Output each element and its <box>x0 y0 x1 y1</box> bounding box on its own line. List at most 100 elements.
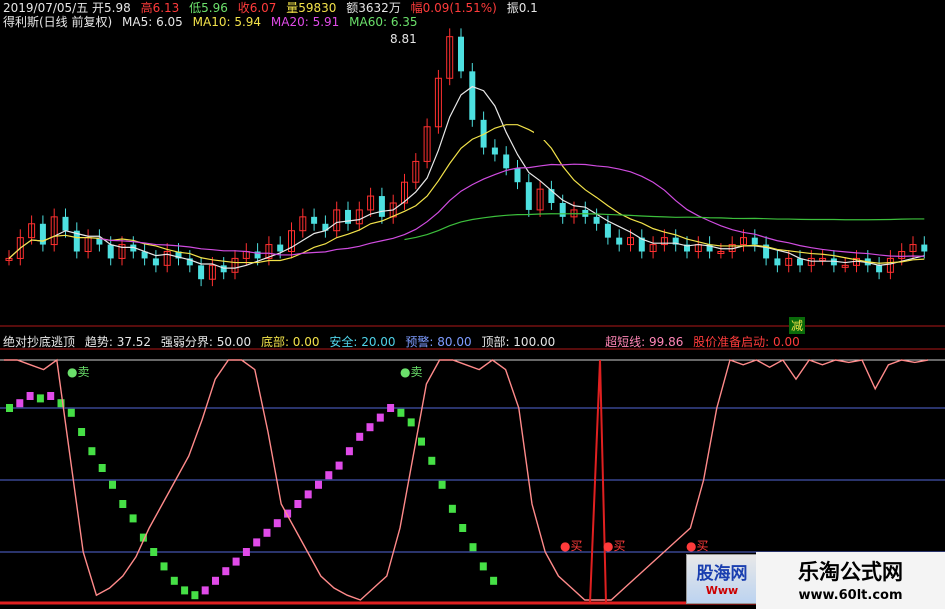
peak-price-label: 8.81 <box>390 32 417 46</box>
trend-block <box>67 408 75 417</box>
trend-block <box>109 480 116 489</box>
close-value: 收6.07 <box>237 1 277 15</box>
watermark-letao-title: 乐淘公式网 <box>798 560 903 584</box>
trend-block <box>212 576 219 585</box>
trend-block <box>160 562 168 571</box>
candle-body <box>198 265 205 280</box>
trend-block <box>273 519 281 528</box>
sell-label-1: ●卖 <box>67 365 90 379</box>
trend-block <box>356 432 364 441</box>
date-open: 2019/07/05/五 开5.98 <box>3 1 131 15</box>
start-spike <box>589 359 607 604</box>
buy-label-2: ●买 <box>603 539 626 553</box>
trend-block <box>16 399 24 408</box>
candle-body <box>751 237 758 245</box>
indicator-header: 绝对抄底逃顶 趋势: 37.52 强弱分界: 50.00 底部: 0.00 安全… <box>3 334 806 350</box>
sell-label-2: ●卖 <box>400 365 423 379</box>
candle-body <box>220 265 227 273</box>
watermark-letao: 乐淘公式网 www.60lt.com <box>756 552 945 609</box>
super-short-value: 超短线: 99.86 <box>605 335 684 349</box>
trend-block <box>6 404 13 412</box>
buy-label-2-text: 买 <box>613 539 626 553</box>
trend-block <box>129 514 137 523</box>
trend-block <box>201 586 209 595</box>
trend-block <box>407 418 415 427</box>
trend-block <box>479 562 487 571</box>
trend-block <box>345 447 353 456</box>
ma20-value: MA20: 5.91 <box>270 15 340 29</box>
candle-body <box>559 202 566 217</box>
trend-value: 趋势: 37.52 <box>84 335 152 349</box>
candle-body <box>876 265 883 273</box>
trend-block <box>304 490 312 499</box>
low-value: 低5.96 <box>189 1 228 15</box>
high-value: 高6.13 <box>140 1 180 15</box>
candle-body <box>378 196 385 217</box>
ma10-value: MA10: 5.94 <box>192 15 262 29</box>
candle-body <box>593 216 600 224</box>
candle-body <box>491 147 498 155</box>
candle-body <box>152 258 159 266</box>
trend-block <box>119 500 127 508</box>
trend-block <box>376 413 384 422</box>
trend-block <box>315 480 322 489</box>
amplitude-value: 振0.1 <box>506 1 538 15</box>
trend-block <box>438 480 446 489</box>
buy-label-3: ●买 <box>686 539 709 553</box>
ma20-line <box>99 163 925 257</box>
strong-weak-value: 强弱分界: 50.00 <box>160 335 252 349</box>
candle-body <box>525 182 532 210</box>
buy-label-3-text: 买 <box>696 539 709 553</box>
buy-label-1-text: 买 <box>570 539 583 553</box>
candle-body <box>107 244 114 259</box>
indicator-title: 绝对抄底逃顶 <box>3 335 76 349</box>
trend-block <box>263 528 271 537</box>
trend-block <box>222 567 230 576</box>
trend-block <box>170 576 178 585</box>
trend-block <box>242 548 250 556</box>
buy-label-1: ●买 <box>560 539 583 553</box>
trend-block <box>294 500 302 508</box>
price-header: 得利斯(日线 前复权) MA5: 6.05 MA10: 5.94 MA20: 5… <box>3 14 424 30</box>
watermark-letao-url: www.60lt.com <box>798 588 903 603</box>
sell-label-2-text: 卖 <box>410 365 423 379</box>
candle-body <box>514 168 521 183</box>
candle-body <box>277 244 284 252</box>
bottom-value: 底部: 0.00 <box>260 335 320 349</box>
trend-block <box>428 456 436 465</box>
ma60-value: MA60: 6.35 <box>349 15 418 29</box>
trend-block <box>191 591 199 600</box>
trend-block <box>98 464 106 472</box>
trend-block <box>78 428 86 436</box>
watermark-guhai-url: Www <box>705 584 739 597</box>
quote-line: 2019/07/05/五 开5.98 高6.13 低5.96 收6.07 量59… <box>3 0 544 16</box>
top-value: 顶部: 100.00 <box>481 335 556 349</box>
amount-value: 额3632万 <box>346 1 401 15</box>
change-value: 幅0.09(1.51%) <box>410 1 497 15</box>
candle-body <box>469 71 476 120</box>
trend-block <box>366 423 374 432</box>
hidden-region <box>225 280 720 322</box>
trend-block <box>459 524 467 532</box>
trend-block <box>387 404 395 412</box>
trend-block <box>88 447 96 456</box>
trend-block <box>26 392 34 400</box>
candle-body <box>503 154 510 169</box>
trend-block <box>253 538 261 547</box>
candle-body <box>604 223 611 238</box>
candle-body <box>311 216 318 224</box>
trend-block <box>232 557 240 566</box>
candle-body <box>458 36 464 72</box>
trend-block <box>325 471 333 480</box>
watermark-guhai: 股海网 Www <box>686 554 758 604</box>
trend-block <box>47 392 55 400</box>
candle-body <box>62 216 69 231</box>
trend-block <box>397 408 405 417</box>
trend-block <box>469 543 477 552</box>
sell-label-1-text: 卖 <box>77 365 90 379</box>
trend-block <box>150 548 158 556</box>
trend-block <box>418 437 425 446</box>
candle-body <box>921 244 928 252</box>
sell-signal-mark: 减 <box>789 317 806 334</box>
watermark-guhai-title: 股海网 <box>696 564 748 584</box>
